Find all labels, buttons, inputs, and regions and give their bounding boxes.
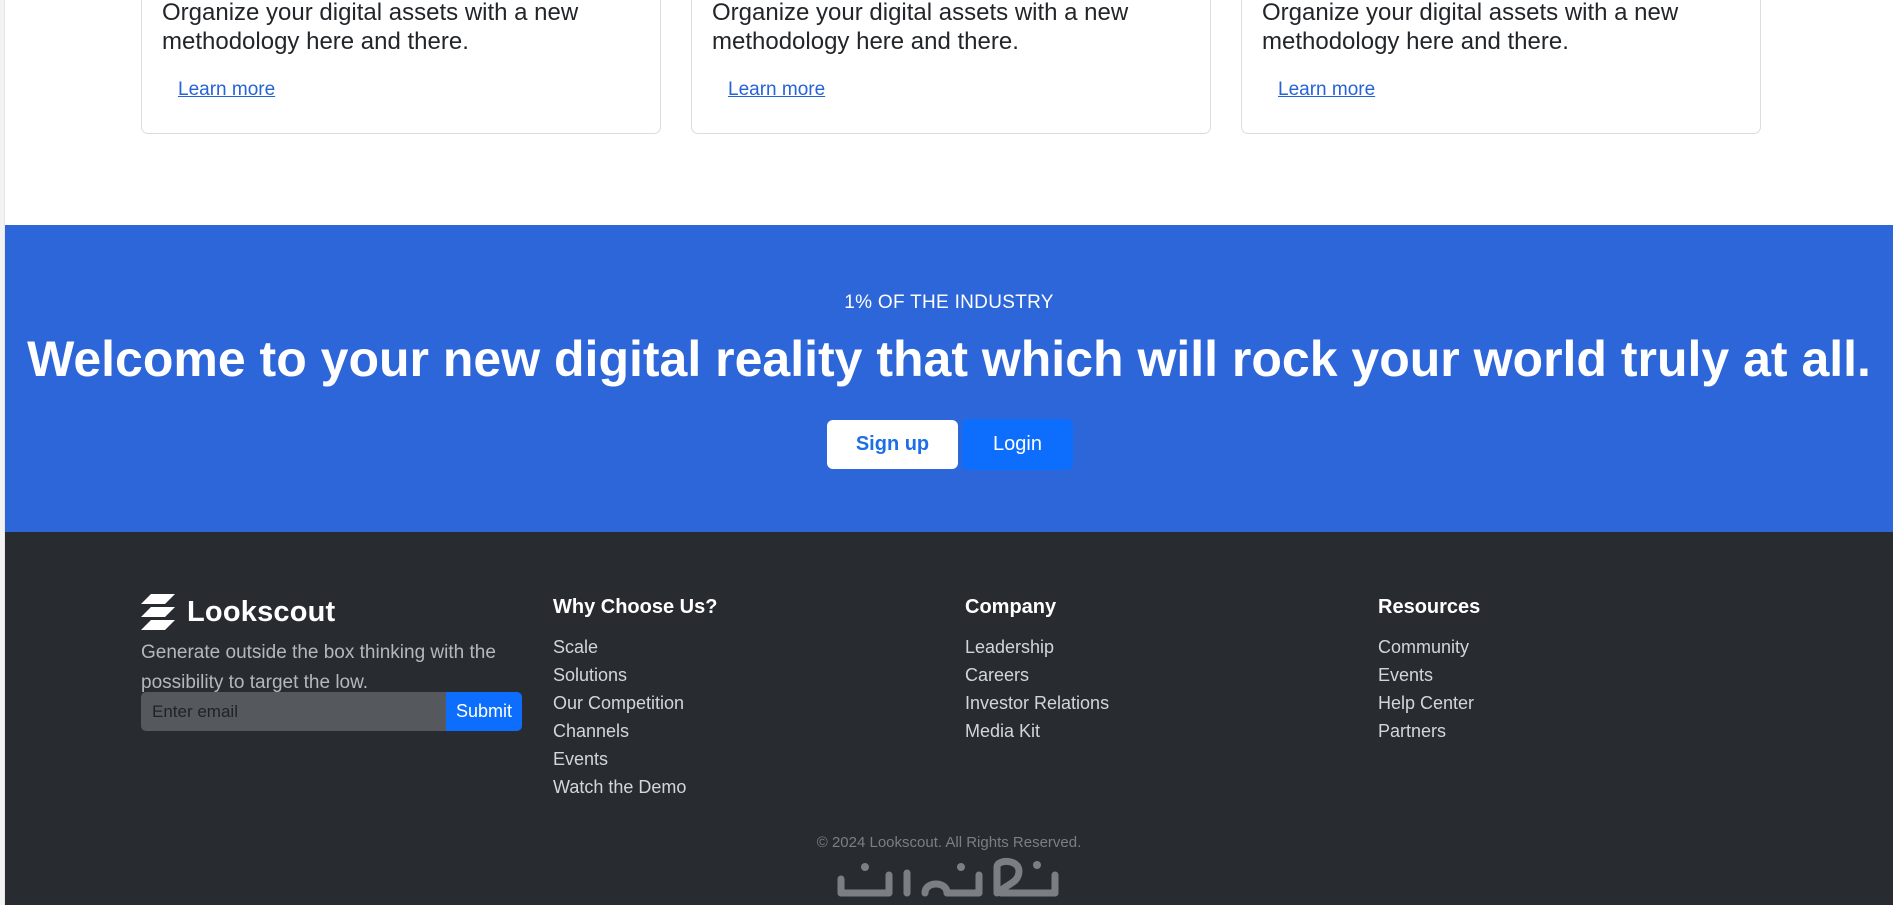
footer-link[interactable]: Community [1378,633,1480,661]
footer-link[interactable]: Solutions [553,661,717,689]
brand-logo[interactable]: Lookscout [141,594,541,630]
footer-column-why-choose-us: Why Choose Us? Scale Solutions Our Compe… [553,594,717,801]
cta-button-group: Sign up Login [5,419,1893,471]
footer-link[interactable]: Our Competition [553,689,717,717]
footer-link[interactable]: Scale [553,633,717,661]
learn-more-link[interactable]: Learn more [1278,79,1375,101]
site-footer: Lookscout Generate outside the box think… [5,532,1893,905]
card-text: Organize your digital assets with a new … [162,0,579,55]
footer-column-title: Company [965,596,1057,618]
cta-eyebrow: 1% OF THE INDUSTRY [844,292,1054,313]
sign-up-button[interactable]: Sign up [827,420,958,469]
email-input[interactable] [141,692,446,731]
learn-more-link[interactable]: Learn more [728,79,825,101]
footer-link[interactable]: Events [1378,661,1480,689]
footer-column-company: Company Leadership Careers Investor Rela… [965,594,1109,745]
footer-link[interactable]: Careers [965,661,1109,689]
footer-link[interactable]: Leadership [965,633,1109,661]
learn-more-link[interactable]: Learn more [178,79,275,101]
footer-link[interactable]: Media Kit [965,717,1109,745]
footer-link[interactable]: Partners [1378,717,1480,745]
cta-banner: 1% OF THE INDUSTRY Welcome to your new d… [5,225,1893,532]
footer-link[interactable]: Investor Relations [965,689,1109,717]
footer-link[interactable]: Watch the Demo [553,773,717,801]
feature-card: Organize your digital assets with a new … [141,0,661,134]
card-text: Organize your digital assets with a new … [1262,0,1679,55]
watermark-logo [837,858,1059,897]
footer-column-resources: Resources Community Events Help Center P… [1378,594,1480,745]
card-text: Organize your digital assets with a new … [712,0,1129,55]
submit-button[interactable]: Submit [446,692,522,731]
lookscout-logo-icon [141,594,175,630]
footer-column-title: Why Choose Us? [553,596,718,618]
login-button[interactable]: Login [962,419,1073,470]
footer-link[interactable]: Channels [553,717,717,745]
footer-column-title: Resources [1378,596,1481,618]
feature-cards: Organize your digital assets with a new … [141,0,1761,135]
feature-card: Organize your digital assets with a new … [1241,0,1761,134]
footer-link[interactable]: Events [553,745,717,773]
cta-headline: Welcome to your new digital reality that… [27,331,1871,387]
brand-description: Generate outside the box thinking with t… [141,642,496,693]
feature-card: Organize your digital assets with a new … [691,0,1211,134]
newsletter-form: Submit [141,692,526,731]
footer-brand: Lookscout Generate outside the box think… [141,594,541,698]
brand-name: Lookscout [187,595,336,628]
footer-link[interactable]: Help Center [1378,689,1480,717]
